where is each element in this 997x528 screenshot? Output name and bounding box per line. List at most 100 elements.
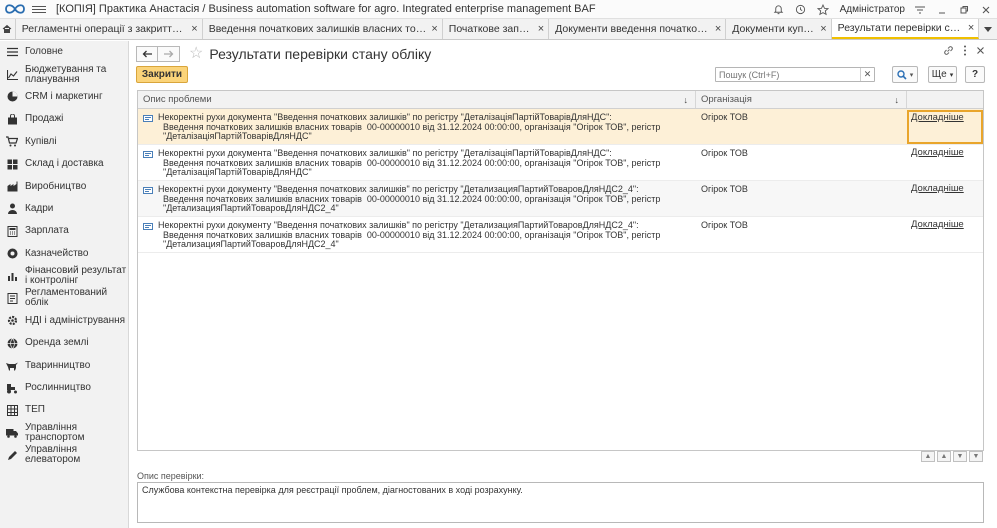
details-link[interactable]: Докладніше bbox=[911, 112, 964, 123]
close-form-icon[interactable] bbox=[976, 46, 985, 58]
sidebar-item-warehouse[interactable]: Склад і доставка bbox=[0, 153, 128, 175]
tab-initial-balances-doc[interactable]: Введення початкових залишків власних тов… bbox=[203, 19, 443, 39]
sidebar-item-sales[interactable]: Продажі bbox=[0, 108, 128, 130]
coin-icon bbox=[6, 248, 18, 260]
favorites-star-icon[interactable] bbox=[812, 0, 834, 19]
main-content: ☆ Результати перевірки стану обліку Закр… bbox=[130, 41, 997, 528]
tab-purchase-docs[interactable]: Документи купівлі (всі)× bbox=[726, 19, 832, 39]
sidebar: Головне Бюджетування та планування CRM і… bbox=[0, 41, 129, 528]
app-logo-icon[interactable] bbox=[4, 2, 26, 16]
close-icon[interactable]: × bbox=[191, 23, 197, 35]
tab-initial-fill[interactable]: Початкове заповнення× bbox=[443, 19, 550, 39]
sidebar-item-production[interactable]: Виробництво bbox=[0, 175, 128, 197]
scroll-last-icon[interactable]: ▼ bbox=[969, 451, 983, 462]
sidebar-item-main[interactable]: Головне bbox=[0, 41, 128, 63]
tabs-bar: Регламентні операції з закриття місяця× … bbox=[0, 19, 997, 40]
calculator-icon bbox=[6, 225, 18, 237]
tabs-dropdown-icon[interactable] bbox=[979, 19, 997, 39]
favorite-star-icon[interactable]: ☆ bbox=[189, 46, 203, 62]
tab-initial-balances-docs[interactable]: Документи введення початкових залишків× bbox=[549, 19, 727, 39]
scroll-first-icon[interactable]: ▲ bbox=[921, 451, 935, 462]
page-title: Результати перевірки стану обліку bbox=[209, 46, 432, 62]
table-row[interactable]: Некоректні рухи документа "Введення поча… bbox=[138, 109, 983, 145]
hamburger-icon bbox=[6, 46, 18, 58]
details-link[interactable]: Докладніше bbox=[911, 183, 964, 194]
sidebar-item-transport[interactable]: Управління транспортом bbox=[0, 422, 128, 444]
sidebar-item-admin[interactable]: НДІ і адміністрування bbox=[0, 310, 128, 332]
details-link[interactable]: Докладніше bbox=[911, 219, 964, 230]
settings-menu-icon[interactable] bbox=[909, 0, 931, 19]
sidebar-item-crop-production[interactable]: Рослинництво bbox=[0, 377, 128, 399]
toolbar: Закрити ✕ ▾ Ще ▾ ? bbox=[136, 66, 985, 84]
title-bar: [КОПІЯ] Практика Анастасія / Business au… bbox=[0, 0, 997, 19]
truck-icon bbox=[6, 427, 18, 439]
column-header-description[interactable]: Опис проблеми ↓ bbox=[138, 91, 696, 108]
sidebar-item-hr[interactable]: Кадри bbox=[0, 198, 128, 220]
more-actions-icon[interactable] bbox=[963, 45, 967, 59]
home-icon[interactable] bbox=[0, 19, 16, 39]
sidebar-item-tep[interactable]: ТЕП bbox=[0, 399, 128, 421]
sidebar-item-financial-result[interactable]: Фінансовий результат і контролінг bbox=[0, 265, 128, 287]
problems-table: Опис проблеми ↓ Організація ↓ Некоректні… bbox=[137, 90, 984, 451]
scroll-down-icon[interactable]: ▼ bbox=[953, 451, 967, 462]
close-icon[interactable]: × bbox=[431, 23, 437, 35]
user-name[interactable]: Адміністратор bbox=[840, 4, 905, 15]
link-icon[interactable] bbox=[943, 45, 954, 59]
problem-description-cell: Некоректні рухи документа "Введення поча… bbox=[138, 145, 696, 180]
sidebar-item-budgeting[interactable]: Бюджетування та планування bbox=[0, 63, 128, 85]
sidebar-item-regulated-accounting[interactable]: Регламентований облік bbox=[0, 287, 128, 309]
organization-cell: Огірок ТОВ bbox=[701, 220, 748, 230]
search-field[interactable]: ✕ bbox=[715, 67, 875, 82]
search-input[interactable] bbox=[716, 68, 860, 81]
table-row[interactable]: Некоректні рухи документу "Введення поча… bbox=[138, 181, 983, 217]
table-header: Опис проблеми ↓ Організація ↓ bbox=[138, 91, 983, 109]
details-cell: Докладніше bbox=[907, 145, 983, 180]
sidebar-item-salary[interactable]: Зарплата bbox=[0, 220, 128, 242]
scroll-up-icon[interactable]: ▲ bbox=[937, 451, 951, 462]
search-dropdown-icon: ▾ bbox=[909, 71, 914, 79]
close-button[interactable]: Закрити bbox=[136, 66, 188, 83]
restore-icon[interactable] bbox=[953, 0, 975, 19]
details-link[interactable]: Докладніше bbox=[911, 147, 964, 158]
close-icon[interactable]: × bbox=[715, 23, 721, 35]
close-window-icon[interactable] bbox=[975, 0, 997, 19]
forward-button[interactable] bbox=[158, 46, 180, 62]
main-menu-icon[interactable] bbox=[32, 5, 46, 13]
more-button[interactable]: Ще ▾ bbox=[928, 66, 957, 83]
sidebar-item-land-lease[interactable]: Оренда землі bbox=[0, 332, 128, 354]
sidebar-item-treasury[interactable]: Казначейство bbox=[0, 243, 128, 265]
cow-icon bbox=[6, 360, 18, 372]
table-row[interactable]: Некоректні рухи документа "Введення поча… bbox=[138, 145, 983, 181]
sidebar-item-elevator[interactable]: Управління елеватором bbox=[0, 444, 128, 466]
bar-chart-icon bbox=[6, 270, 18, 282]
check-description-field[interactable]: Службова контекстна перевірка для реєстр… bbox=[137, 482, 984, 523]
organization-cell: Огірок ТОВ bbox=[701, 112, 748, 122]
close-icon[interactable]: × bbox=[538, 23, 544, 35]
clear-search-icon[interactable]: ✕ bbox=[860, 68, 874, 81]
grid-icon bbox=[6, 404, 18, 416]
help-button[interactable]: ? bbox=[965, 66, 985, 83]
close-icon[interactable]: × bbox=[820, 23, 826, 35]
sidebar-item-purchases[interactable]: Купівлі bbox=[0, 131, 128, 153]
sidebar-item-livestock[interactable]: Тваринництво bbox=[0, 354, 128, 376]
column-header-organization[interactable]: Організація ↓ bbox=[696, 91, 907, 108]
bell-icon[interactable] bbox=[768, 0, 790, 19]
history-icon[interactable] bbox=[790, 0, 812, 19]
sort-arrow-icon: ↓ bbox=[683, 94, 689, 105]
close-icon[interactable]: × bbox=[968, 22, 974, 34]
record-icon bbox=[143, 151, 153, 158]
organization-cell: Огірок ТОВ bbox=[701, 184, 748, 194]
details-cell: Докладніше bbox=[907, 217, 983, 252]
minimize-icon[interactable] bbox=[931, 0, 953, 19]
record-icon bbox=[143, 187, 153, 194]
table-row[interactable]: Некоректні рухи документу "Введення поча… bbox=[138, 217, 983, 253]
details-cell: Докладніше bbox=[907, 181, 983, 216]
tab-month-closing[interactable]: Регламентні операції з закриття місяця× bbox=[16, 19, 203, 39]
search-button[interactable]: ▾ bbox=[892, 66, 918, 83]
tab-accounting-check-results[interactable]: Результати перевірки стану обліку× bbox=[831, 19, 980, 39]
problem-description-cell: Некоректні рухи документа "Введення поча… bbox=[138, 109, 696, 144]
sidebar-item-crm[interactable]: CRM і маркетинг bbox=[0, 86, 128, 108]
back-button[interactable] bbox=[136, 46, 158, 62]
book-icon bbox=[6, 292, 18, 304]
warehouse-icon bbox=[6, 158, 18, 170]
